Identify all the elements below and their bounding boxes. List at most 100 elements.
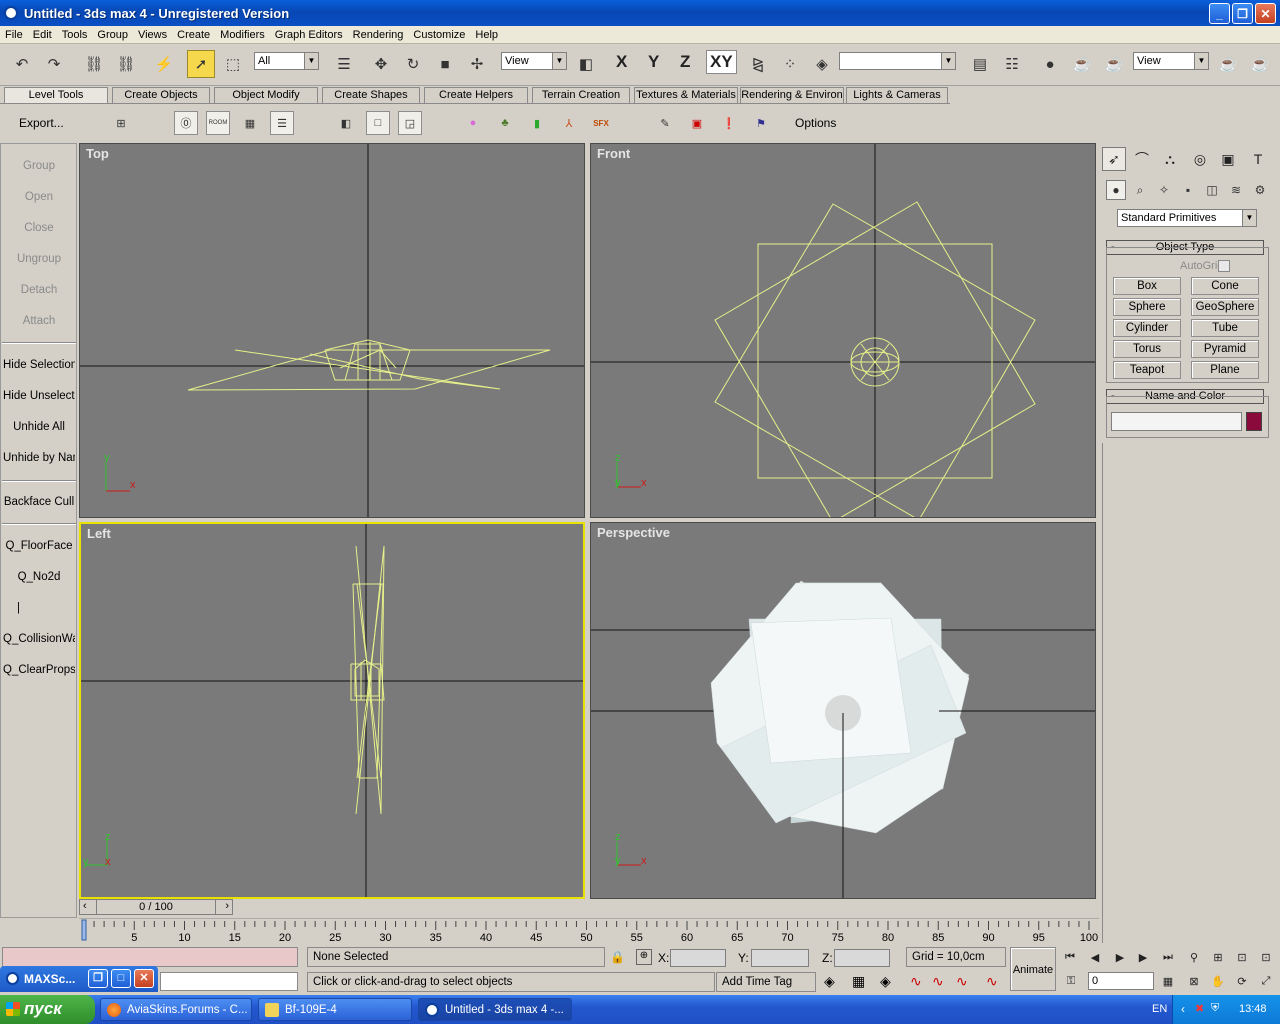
absolute-mode-icon[interactable]: ⊕ [636,949,652,965]
tab-rendering-environ[interactable]: Rendering & Environ [740,87,844,103]
snap-icon[interactable]: ◈ [880,973,891,990]
manipulate-icon[interactable]: ✢ [463,50,491,78]
mirror-icon[interactable]: ⧎ [744,50,772,78]
key-mode-icon[interactable]: ⚿ [1061,971,1081,991]
grass-icon[interactable]: ♣ [493,111,517,135]
rsb-icon[interactable]: ▣ [685,111,709,135]
move-icon[interactable]: ✥ [367,50,395,78]
next-frame-icon[interactable]: ▶ [1133,947,1153,967]
hide-selection-button[interactable]: Hide Selection [3,355,75,375]
x-coord-field[interactable] [670,949,726,967]
previous-frame-icon[interactable]: ◀ [1085,947,1105,967]
zoom-icon[interactable]: ⚲ [1184,947,1204,967]
sphere-button[interactable]: Sphere [1113,298,1181,316]
language-indicator[interactable]: EN [1152,1003,1167,1015]
menu-graph-editors[interactable]: Graph Editors [270,29,348,41]
stairs-icon[interactable]: ◲ [398,111,422,135]
menu-tools[interactable]: Tools [57,29,93,41]
maximize-button[interactable]: ❐ [1232,3,1253,24]
start-button[interactable]: пуск [0,995,95,1024]
restore-button[interactable]: ❐ [88,969,108,988]
door-icon[interactable]: ◧ [334,111,358,135]
sphere-tool-icon[interactable]: ● [461,111,485,135]
options-button[interactable]: Options [795,116,836,130]
create-tab-icon[interactable]: ➶ [1102,147,1126,171]
tray-arrow-icon[interactable]: ‹ [1181,1002,1185,1016]
cylinder-button[interactable]: Cylinder [1113,319,1181,337]
tab-object-modify[interactable]: Object Modify [214,87,318,103]
window-crossing-icon[interactable]: ◈ [824,973,835,990]
close-button[interactable]: ✕ [134,969,154,988]
viewport-left-label[interactable]: Left [87,526,111,541]
ungroup-button[interactable]: Ungroup [3,249,75,269]
maximize-viewport-icon[interactable]: ⤢ [1256,971,1276,991]
current-frame-marker[interactable] [81,919,87,941]
align-icon[interactable]: ◈ [808,50,836,78]
redo-icon[interactable]: ↷ [40,50,68,78]
cylinder-tool-icon[interactable]: ▮ [525,111,549,135]
select-tool-icon[interactable]: ⊞ [109,111,133,135]
y-coord-field[interactable] [751,949,809,967]
angle-snap-icon[interactable]: ∿ [932,973,944,990]
zoom-extents-icon[interactable]: ⊡ [1232,947,1252,967]
object-icon[interactable]: ⓪ [174,111,198,135]
tab-lights-cameras[interactable]: Lights & Cameras [846,87,948,103]
maxscript-window[interactable]: MAXSc... ❐ □ ✕ [0,966,158,992]
group-button[interactable]: Group [3,156,75,176]
menu-edit[interactable]: Edit [28,29,57,41]
axis-tool-icon[interactable]: ⅄ [557,111,581,135]
menu-file[interactable]: File [0,29,28,41]
quick-render-icon[interactable]: ☕ [1100,50,1128,78]
autogrid-checkbox[interactable] [1218,260,1230,272]
hierarchy-tab-icon[interactable]: ⛬ [1158,147,1182,171]
q-floorface-button[interactable]: Q_FloorFace [3,536,75,556]
percent-snap-icon[interactable]: ∿ [956,973,968,990]
utilities-tab-icon[interactable]: T [1246,147,1270,171]
task-3dsmax[interactable]: Untitled - 3ds max 4 -... [418,998,572,1021]
degradation-override-icon[interactable]: ▦ [852,973,865,990]
arc-rotate-icon[interactable]: ⟳ [1232,971,1252,991]
pan-icon[interactable]: ✋ [1208,971,1228,991]
chevron-right-icon[interactable]: › [225,900,229,912]
motion-tab-icon[interactable]: ◎ [1188,147,1212,171]
render-type-dropdown[interactable]: View ▼ [1133,52,1209,70]
list-icon[interactable]: ☰ [270,111,294,135]
helpers-icon[interactable]: ◫ [1202,180,1222,200]
render-last-icon[interactable]: ☕ [1214,50,1242,78]
viewport-perspective[interactable]: Perspective z y x [590,522,1096,899]
maximize-button[interactable]: □ [111,969,131,988]
task-firefox[interactable]: AviaSkins.Forums - C... [100,998,252,1021]
add-time-tag-button[interactable]: Add Time Tag [716,972,816,992]
go-to-end-icon[interactable]: ⏭ [1158,947,1178,967]
viewport-left[interactable]: Left z y x [79,522,585,899]
q-no2d-button[interactable]: Q_No2d [3,567,75,587]
object-color-swatch[interactable] [1246,412,1262,431]
axis-x-button[interactable]: X [616,52,627,72]
object-name-input[interactable] [1111,412,1242,431]
current-frame-field[interactable]: 0 [1088,972,1154,990]
menu-modifiers[interactable]: Modifiers [215,29,270,41]
unhide-by-name-button[interactable]: Unhide by Name [3,448,75,468]
attach-button[interactable]: Attach [3,311,75,331]
viewport-perspective-label[interactable]: Perspective [597,525,670,540]
menu-views[interactable]: Views [133,29,172,41]
unlink-icon[interactable]: ⛓ [112,50,140,78]
teapot-button[interactable]: Teapot [1113,361,1181,379]
space-warps-icon[interactable]: ≋ [1226,180,1246,200]
maxscript-listener-mini[interactable] [2,947,298,967]
play-icon[interactable]: ▶ [1110,947,1130,967]
spinner-snap-icon[interactable]: ∿ [986,973,998,990]
paint-brush-icon[interactable]: ✎ [653,111,677,135]
display-tab-icon[interactable]: ▣ [1216,147,1240,171]
select-link-icon[interactable]: ⛓ [80,50,108,78]
cameras-icon[interactable]: ▪ [1178,180,1198,200]
viewport-top-label[interactable]: Top [86,146,109,161]
task-folder[interactable]: Bf-109E-4 [258,998,412,1021]
z-coord-field[interactable] [834,949,890,967]
select-object-icon[interactable]: ➚ [187,50,215,78]
array-icon[interactable]: ⁘ [776,50,804,78]
tab-create-objects[interactable]: Create Objects [112,87,210,103]
selection-filter-dropdown[interactable]: All ▼ [254,52,319,70]
backface-cull-button[interactable]: Backface Cull [3,492,75,512]
tab-create-helpers[interactable]: Create Helpers [424,87,528,103]
